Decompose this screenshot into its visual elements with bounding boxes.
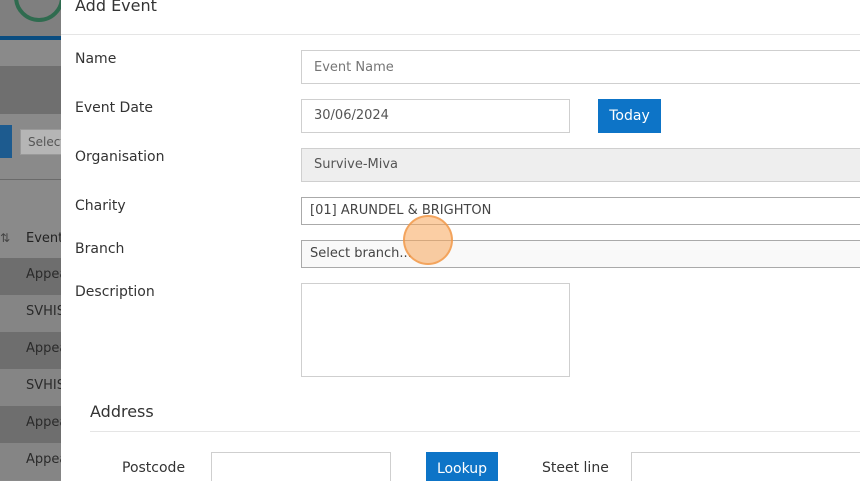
postcode-input[interactable] [211, 452, 391, 481]
description-textarea[interactable] [301, 283, 570, 377]
address-section-title: Address [90, 402, 154, 421]
modal-header: Add Event [61, 0, 860, 35]
background-page: Select ⇅ Event Appea SVHIS Appea SVHIS A… [0, 0, 61, 481]
street-line-input[interactable] [631, 452, 860, 481]
branch-select[interactable]: Select branch... [301, 240, 860, 268]
description-label: Description [75, 284, 155, 300]
today-button[interactable]: Today [598, 99, 661, 133]
lookup-button[interactable]: Lookup [426, 452, 498, 481]
modal-title: Add Event [75, 0, 157, 15]
address-divider [90, 431, 860, 432]
table-row: SVHIS [0, 369, 61, 406]
table-row: Appea [0, 443, 61, 480]
table-cell: Appea [26, 341, 61, 356]
organisation-field: Survive-Miva [301, 148, 860, 182]
header-accent-line [0, 36, 61, 40]
table-row: SVHIS [0, 295, 61, 332]
postcode-label: Postcode [122, 460, 186, 476]
background-table-header-label: Event [26, 231, 61, 246]
event-name-input[interactable] [301, 50, 860, 84]
event-date-input[interactable]: 30/06/2024 [301, 99, 570, 133]
table-cell: SVHIS [26, 378, 61, 393]
background-action-button [0, 125, 12, 158]
background-divider [0, 179, 61, 180]
name-label: Name [75, 51, 117, 67]
background-select: Select [20, 129, 61, 155]
table-cell: Appea [26, 415, 61, 430]
background-toolbar-band [0, 66, 61, 114]
charity-label: Charity [75, 198, 126, 214]
click-indicator [403, 215, 453, 265]
street-line-label: Steet line [542, 460, 609, 476]
table-row: Appea [0, 258, 61, 295]
organisation-label: Organisation [75, 149, 165, 165]
table-cell: SVHIS [26, 304, 61, 319]
add-event-modal: Add Event Name Event Date 30/06/2024 Tod… [61, 0, 860, 481]
table-cell: Appea [26, 452, 61, 467]
event-date-label: Event Date [75, 100, 154, 116]
sort-icon: ⇅ [0, 231, 11, 245]
table-row: Appea [0, 406, 61, 443]
charity-select[interactable]: [01] ARUNDEL & BRIGHTON [301, 197, 860, 225]
branch-label: Branch [75, 241, 125, 257]
table-row: Appea [0, 332, 61, 369]
table-cell: Appea [26, 267, 61, 282]
